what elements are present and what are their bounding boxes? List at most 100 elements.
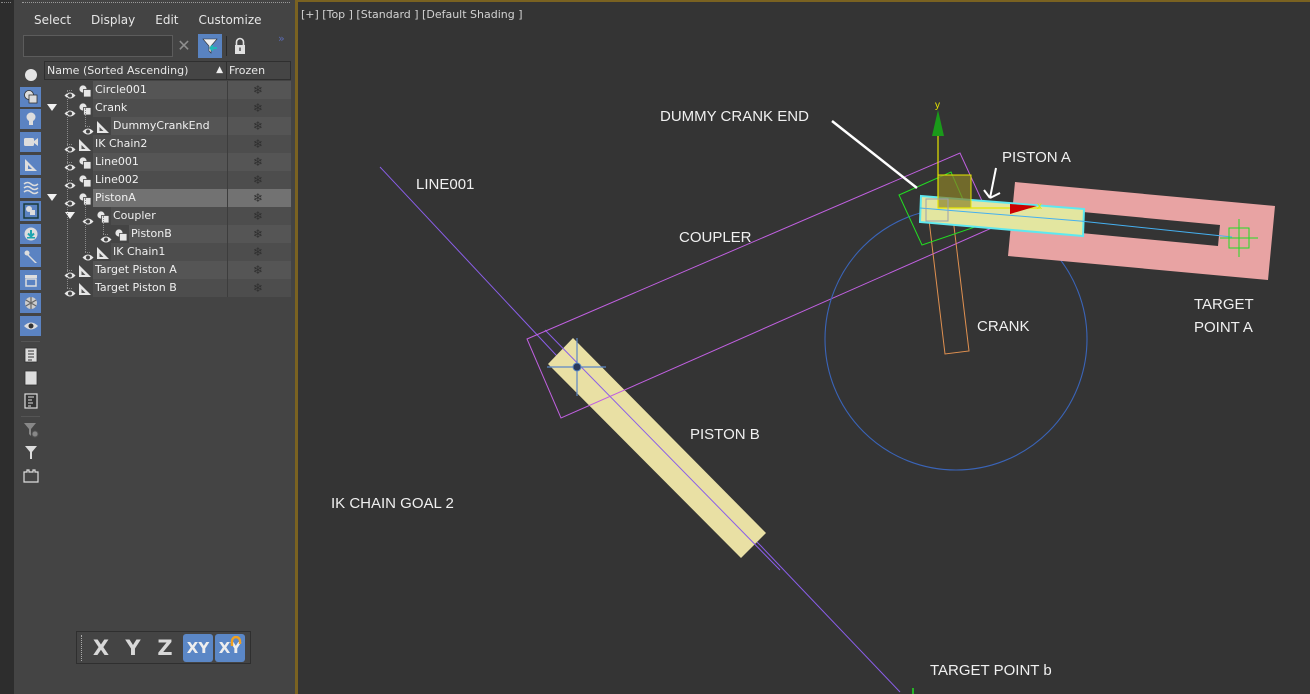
layer-explorer-button[interactable] — [20, 466, 41, 486]
object-name[interactable]: Line001 — [95, 153, 139, 171]
object-name[interactable]: IK Chain2 — [95, 135, 147, 153]
snowflake-icon[interactable]: ❄ — [253, 191, 263, 205]
snowflake-icon[interactable]: ❄ — [253, 155, 263, 169]
tree-row[interactable]: PistonB ❄ — [44, 225, 291, 243]
snowflake-icon[interactable]: ❄ — [253, 137, 263, 151]
expand-toolbar-button[interactable]: » — [278, 32, 285, 45]
snowflake-icon[interactable]: ❄ — [253, 209, 263, 223]
frozen-cell[interactable]: ❄ — [227, 117, 291, 135]
object-name[interactable]: DummyCrankEnd — [113, 117, 210, 135]
visibility-eye-icon[interactable] — [82, 211, 94, 225]
camera-icon — [23, 138, 38, 146]
display-groups-button[interactable] — [20, 201, 41, 221]
tree-connector — [85, 126, 90, 127]
display-none-button[interactable] — [20, 368, 41, 388]
crank-outline[interactable] — [928, 217, 970, 355]
display-xrefs-button[interactable] — [20, 224, 41, 244]
tree-row[interactable]: IK Chain1 ❄ — [44, 243, 291, 261]
snowflake-icon[interactable]: ❄ — [253, 83, 263, 97]
gizmo-y-arrow[interactable] — [932, 110, 944, 136]
frozen-cell[interactable]: ❄ — [227, 225, 291, 243]
snowflake-icon[interactable]: ❄ — [253, 263, 263, 277]
tree-row[interactable]: Line002 ❄ — [44, 171, 291, 189]
snowflake-icon[interactable]: ❄ — [253, 245, 263, 259]
expand-arrow-icon[interactable] — [47, 104, 57, 111]
tree-row[interactable]: Crank ❄ — [44, 99, 291, 117]
dock-grip[interactable] — [1, 2, 11, 5]
menu-select[interactable]: Select — [24, 11, 81, 29]
object-name[interactable]: Coupler — [113, 207, 156, 225]
display-spacewarps-button[interactable] — [20, 178, 41, 198]
object-name[interactable]: Crank — [95, 99, 127, 117]
filter-button[interactable] — [20, 443, 41, 463]
frozen-cell[interactable]: ❄ — [227, 171, 291, 189]
frozen-cell[interactable]: ❄ — [227, 279, 291, 297]
display-frozen-button[interactable] — [20, 293, 41, 313]
tree-row[interactable]: Circle001 ❄ — [44, 81, 291, 99]
display-bones-button[interactable] — [20, 247, 41, 267]
column-header-name[interactable]: Name (Sorted Ascending) ▲ — [44, 61, 227, 80]
tree-row[interactable]: Target Piston A ❄ — [44, 261, 291, 279]
object-name[interactable]: Circle001 — [95, 81, 147, 99]
toolbar-grip[interactable] — [81, 635, 83, 661]
display-geometry-button[interactable] — [20, 87, 41, 107]
column-header-frozen[interactable]: Frozen — [227, 61, 291, 80]
viewport-label[interactable]: [+] [Top ] [Standard ] [Default Shading … — [301, 8, 523, 21]
frozen-cell[interactable]: ❄ — [227, 189, 291, 207]
snowflake-icon[interactable]: ❄ — [253, 281, 263, 295]
display-cameras-button[interactable] — [20, 132, 41, 152]
display-lights-button[interactable] — [20, 109, 41, 129]
axis-x-button[interactable]: X — [89, 634, 113, 662]
display-containers-button[interactable] — [20, 270, 41, 290]
axis-xy-button[interactable]: XY — [183, 634, 213, 662]
menu-edit[interactable]: Edit — [145, 11, 188, 29]
frozen-cell[interactable]: ❄ — [227, 153, 291, 171]
visibility-eye-icon[interactable] — [64, 103, 76, 117]
axis-z-button[interactable]: Z — [153, 634, 177, 662]
snowflake-icon[interactable]: ❄ — [253, 119, 263, 133]
tree-connector — [67, 90, 68, 288]
snowflake-icon[interactable]: ❄ — [253, 173, 263, 187]
tree-row[interactable]: Line001 ❄ — [44, 153, 291, 171]
label-target-point-a-1: TARGET — [1194, 296, 1254, 313]
frozen-cell[interactable]: ❄ — [227, 207, 291, 225]
display-hidden-button[interactable] — [20, 316, 41, 336]
object-name[interactable]: Target Piston B — [95, 279, 177, 297]
panel-grip[interactable] — [22, 2, 290, 5]
clear-search-button[interactable]: ✕ — [176, 37, 192, 55]
tree-row[interactable]: IK Chain2 ❄ — [44, 135, 291, 153]
frozen-cell[interactable]: ❄ — [227, 135, 291, 153]
viewport-scene[interactable]: y x DUMMY CRANK END PISTON A LINE001 COU… — [298, 2, 1310, 694]
expand-arrow-icon[interactable] — [47, 194, 57, 201]
frozen-cell[interactable]: ❄ — [227, 243, 291, 261]
filter-selection-button[interactable] — [198, 34, 222, 58]
frozen-cell[interactable]: ❄ — [227, 81, 291, 99]
object-name[interactable]: PistonB — [131, 225, 172, 243]
display-toggle-dot-icon[interactable] — [25, 69, 37, 81]
filter-settings-button[interactable] — [20, 420, 41, 440]
snowflake-icon[interactable]: ❄ — [253, 227, 263, 241]
tree-row[interactable]: PistonA ❄ — [44, 189, 291, 207]
frozen-cell[interactable]: ❄ — [227, 99, 291, 117]
display-helpers-button[interactable] — [20, 155, 41, 175]
object-name[interactable]: PistonA — [95, 189, 136, 207]
piston-b-shape[interactable] — [548, 338, 766, 558]
axis-y-button[interactable]: Y — [121, 634, 145, 662]
frozen-cell[interactable]: ❄ — [227, 261, 291, 279]
search-input[interactable] — [23, 35, 173, 57]
menu-customize[interactable]: Customize — [189, 11, 272, 29]
tree-row[interactable]: DummyCrankEnd ❄ — [44, 117, 291, 135]
lock-button[interactable] — [233, 37, 247, 55]
invert-display-button[interactable] — [20, 391, 41, 411]
tree-row[interactable]: Coupler ❄ — [44, 207, 291, 225]
object-name[interactable]: Target Piston A — [95, 261, 177, 279]
display-all-button[interactable] — [20, 345, 41, 365]
axis-constraint-snap-button[interactable]: XY — [215, 634, 245, 662]
object-name[interactable]: Line002 — [95, 171, 139, 189]
visibility-eye-icon[interactable] — [64, 193, 76, 207]
menu-display[interactable]: Display — [81, 11, 145, 29]
object-name[interactable]: IK Chain1 — [113, 243, 165, 261]
snowflake-icon[interactable]: ❄ — [253, 101, 263, 115]
tree-row[interactable]: Target Piston B ❄ — [44, 279, 291, 297]
viewport-top[interactable]: y x DUMMY CRANK END PISTON A LINE001 COU… — [298, 0, 1310, 694]
